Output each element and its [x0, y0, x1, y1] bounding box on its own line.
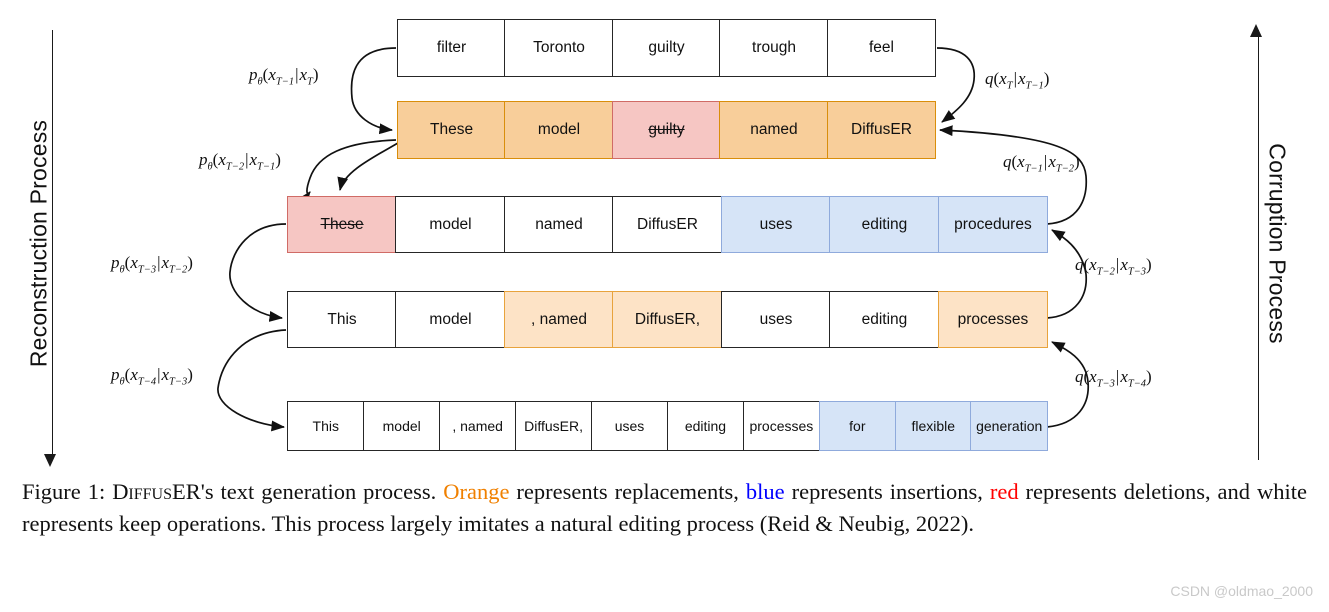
figure-caption: Figure 1: DiffusER's text generation pro…	[22, 476, 1307, 540]
token-cell: This	[287, 401, 365, 451]
token-cell: editing	[829, 291, 940, 348]
token-cell: These	[287, 196, 398, 253]
token-cell: This	[287, 291, 398, 348]
corruption-process-axis: Corruption Process	[1240, 24, 1300, 460]
math-label-p-t2: pθ(xT−2|xT−1)	[199, 150, 281, 173]
token-cell: DiffusER	[826, 101, 937, 159]
reconstruction-process-axis: Reconstruction Process	[14, 30, 74, 467]
token-cell: processes	[937, 291, 1048, 348]
reconstruction-process-label: Reconstruction Process	[25, 119, 52, 368]
token-cell: Toronto	[504, 19, 614, 77]
token-cell: generation	[970, 401, 1048, 451]
sequence-row: This model, named DiffusER, uses editing proc…	[287, 291, 1048, 348]
sequence-row: These model named DiffusER uses editing proced…	[287, 196, 1048, 253]
token-cell: model	[504, 101, 614, 159]
sequence-row: These model guilty named DiffusER	[397, 101, 937, 159]
axis-line-right	[1258, 30, 1259, 460]
token-cell: processes	[742, 401, 821, 451]
token-cell: flexible	[894, 401, 973, 451]
caption-red-word: red	[989, 479, 1019, 504]
token-cell: DiffusER,	[514, 401, 593, 451]
sequence-row: This model, named DiffusER, uses editing proc…	[287, 401, 1048, 451]
token-cell: DiffusER	[612, 196, 723, 253]
math-label-p-t1: pθ(xT−1|xT)	[249, 65, 319, 88]
token-cell: , named	[438, 401, 517, 451]
token-cell: model	[395, 291, 506, 348]
caption-orange-word: Orange	[443, 479, 510, 504]
token-cell: model	[362, 401, 441, 451]
caption-model-name: DiffusER	[112, 479, 201, 504]
arrow-down-icon	[44, 454, 56, 467]
token-cell: model	[395, 196, 506, 253]
token-cell: uses	[590, 401, 669, 451]
token-cell: procedures	[937, 196, 1048, 253]
token-cell: DiffusER,	[612, 291, 723, 348]
token-cell: guilty	[611, 101, 722, 159]
arrow-up-icon	[1250, 24, 1262, 37]
caption-prefix: Figure 1:	[22, 479, 113, 504]
math-label-q-t1: q(xT|xT−1)	[985, 69, 1050, 92]
token-cell: editing	[829, 196, 940, 253]
token-cell: guilty	[611, 19, 722, 77]
token-cell: These	[397, 101, 507, 159]
sequence-row: filter Toronto guilty trough feel	[397, 19, 937, 77]
token-cell: named	[503, 196, 615, 253]
token-cell: , named	[503, 291, 615, 348]
watermark: CSDN @oldmao_2000	[1170, 583, 1313, 599]
math-label-p-t3: pθ(xT−3|xT−2)	[111, 253, 193, 276]
token-cell: named	[719, 101, 829, 159]
figure-diagram: Reconstruction Process Corruption Proces…	[0, 0, 1329, 472]
caption-part1: 's text generation process.	[200, 479, 444, 504]
token-cell: uses	[720, 291, 832, 348]
math-label-p-t4: pθ(xT−4|xT−3)	[111, 365, 193, 388]
caption-part3: represents insertions,	[784, 479, 990, 504]
token-cell: filter	[397, 19, 507, 77]
caption-blue-word: blue	[745, 479, 785, 504]
token-cell: uses	[720, 196, 832, 253]
caption-part2: represents replacements,	[509, 479, 746, 504]
math-label-q-t2: q(xT−1|xT−2)	[1003, 152, 1080, 175]
token-cell: feel	[826, 19, 937, 77]
corruption-process-label: Corruption Process	[1264, 143, 1291, 344]
token-cell: for	[818, 401, 897, 451]
math-label-q-t4: q(xT−3|xT−4)	[1075, 367, 1152, 390]
math-label-q-t3: q(xT−2|xT−3)	[1075, 255, 1152, 278]
token-cell: trough	[719, 19, 829, 77]
token-cell: editing	[666, 401, 745, 451]
